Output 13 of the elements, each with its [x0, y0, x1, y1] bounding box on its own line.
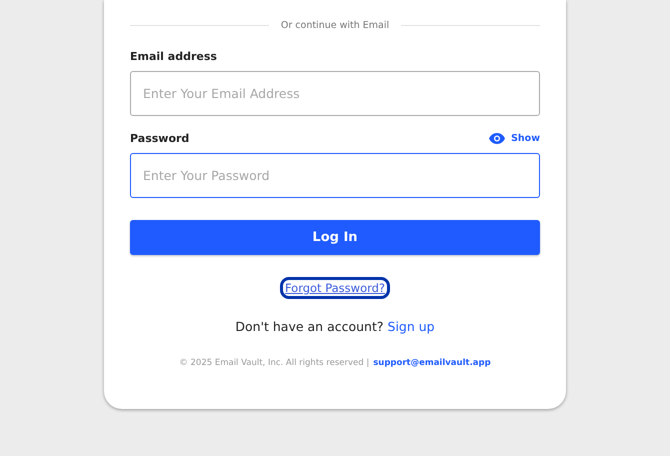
- signup-link[interactable]: Sign up: [388, 319, 435, 334]
- field-label: Password: [130, 132, 190, 144]
- copyright-text: © 2025 Email Vault, Inc. All rights reserved |: [179, 358, 370, 368]
- show-password-toggle[interactable]: Show: [489, 132, 540, 144]
- login-button[interactable]: Log In: [130, 220, 540, 255]
- input-field[interactable]: Enter Your Password: [130, 153, 540, 198]
- forgot-password-link[interactable]: Forgot Password?: [280, 277, 390, 299]
- input-field[interactable]: Enter Your Email Address: [130, 71, 540, 116]
- field-label: Email address: [130, 50, 217, 62]
- signup-prompt: Don't have an account?: [235, 319, 384, 334]
- eye-icon: [489, 132, 506, 144]
- divider-label: Or continue with Email: [280, 20, 390, 30]
- support-email-link[interactable]: support@emailvault.app: [373, 358, 491, 368]
